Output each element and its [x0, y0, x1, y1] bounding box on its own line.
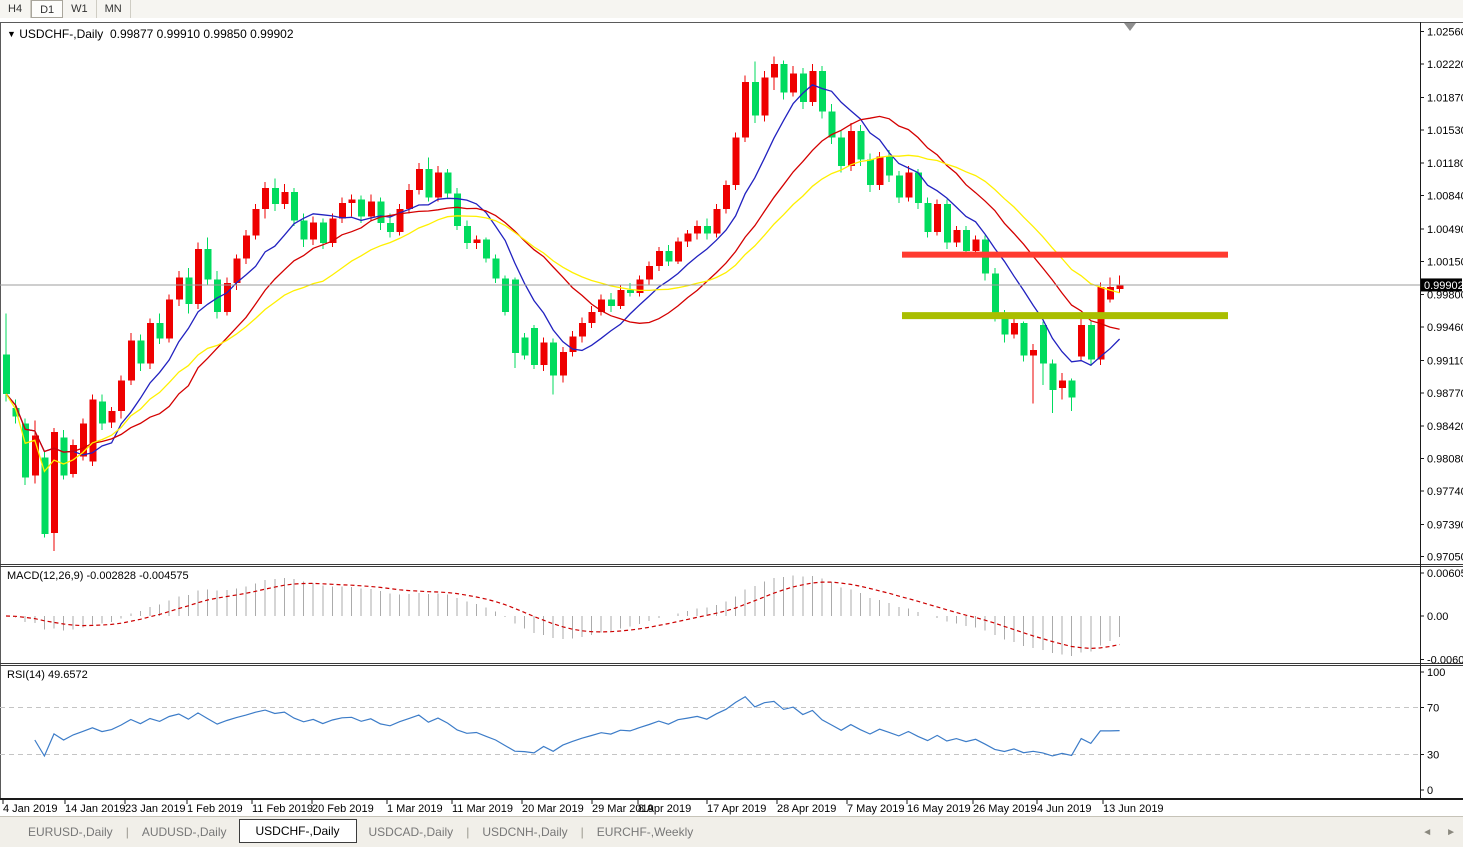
timeframe-button-W1[interactable]: W1 [63, 0, 97, 18]
svg-text:11 Mar 2019: 11 Mar 2019 [452, 803, 513, 815]
svg-text:1 Feb 2019: 1 Feb 2019 [187, 803, 243, 815]
macd-signal-value: -0.004575 [139, 570, 189, 582]
timeframe-toolbar: H4D1W1MN [0, 0, 1463, 19]
tab-usdchf-daily[interactable]: USDCHF-,Daily [239, 819, 357, 843]
svg-text:1.01180: 1.01180 [1427, 158, 1463, 170]
svg-text:0.98770: 0.98770 [1427, 388, 1463, 400]
symbol-dropdown-icon[interactable]: ▼ [7, 29, 16, 39]
ohlc-low: 0.99850 [203, 27, 246, 41]
svg-text:1.00490: 1.00490 [1427, 224, 1463, 236]
chart-tabs-bar: EURUSD-,Daily|AUDUSD-,DailyUSDCHF-,Daily… [0, 816, 1463, 847]
svg-text:28 Apr 2019: 28 Apr 2019 [777, 803, 836, 815]
svg-text:1.01870: 1.01870 [1427, 92, 1463, 104]
svg-text:0.97390: 0.97390 [1427, 519, 1463, 531]
svg-text:0.99800: 0.99800 [1427, 290, 1463, 302]
rsi-indicator-label: RSI(14) 49.6572 [7, 669, 88, 681]
tab-eurusd-daily[interactable]: EURUSD-,Daily [16, 821, 125, 843]
svg-text:23 Jan 2019: 23 Jan 2019 [125, 803, 186, 815]
resistance-line [902, 252, 1228, 258]
svg-text:0.00: 0.00 [1427, 611, 1448, 623]
ohlc-close: 0.99902 [250, 27, 293, 41]
svg-text:20 Mar 2019: 20 Mar 2019 [522, 803, 584, 815]
moving-averages [6, 85, 1120, 472]
svg-text:7 May 2019: 7 May 2019 [847, 803, 904, 815]
svg-text:1.00840: 1.00840 [1427, 191, 1463, 203]
svg-text:4 Jan 2019: 4 Jan 2019 [3, 803, 57, 815]
ohlc-high: 0.99910 [157, 27, 200, 41]
svg-text:0.98080: 0.98080 [1427, 454, 1463, 466]
svg-text:20 Feb 2019: 20 Feb 2019 [312, 803, 374, 815]
macd-panel: 0.006058 0.00 -0.006096 [6, 568, 1463, 666]
svg-text:26 May 2019: 26 May 2019 [973, 803, 1037, 815]
svg-text:1.01530: 1.01530 [1427, 125, 1463, 137]
svg-text:8 Apr 2019: 8 Apr 2019 [638, 803, 691, 815]
tab-usdcnh-daily[interactable]: USDCNH-,Daily [470, 821, 579, 843]
svg-text:1.02560: 1.02560 [1427, 27, 1463, 39]
ma-sma-8 [6, 85, 1120, 455]
macd-value: -0.002828 [86, 570, 136, 582]
panel-frames [0, 22, 1463, 800]
svg-text:1 Mar 2019: 1 Mar 2019 [387, 803, 443, 815]
svg-text:0.99460: 0.99460 [1427, 322, 1463, 334]
svg-text:0.98420: 0.98420 [1427, 421, 1463, 433]
svg-text:0.006058: 0.006058 [1427, 568, 1463, 580]
chart-shift-marker-icon [1124, 23, 1136, 31]
price-axis: 1.02560 1.02220 1.01870 1.01530 1.01180 1.008… [1420, 27, 1463, 564]
tab-usdcad-daily[interactable]: USDCAD-,Daily [357, 821, 466, 843]
svg-text:70: 70 [1427, 702, 1439, 714]
svg-text:0.97740: 0.97740 [1427, 486, 1463, 498]
chart-area[interactable]: 0.99902 1.02560 1.02220 1.01870 1.01530 1.011… [0, 18, 1463, 816]
support-line [902, 312, 1228, 319]
timeframe-button-MN[interactable]: MN [97, 0, 131, 18]
svg-text:0.99110: 0.99110 [1427, 355, 1463, 367]
svg-text:0.97050: 0.97050 [1427, 552, 1463, 564]
date-axis: 4 Jan 2019 14 Jan 201923 Jan 20191 Feb 20… [3, 800, 1164, 815]
svg-text:1.02220: 1.02220 [1427, 59, 1463, 71]
rsi-line [35, 697, 1120, 756]
svg-text:100: 100 [1427, 667, 1445, 679]
timeframe-button-H4[interactable]: H4 [0, 0, 31, 18]
chart-symbol-label: USDCHF-,Daily [19, 27, 103, 41]
svg-text:30: 30 [1427, 750, 1439, 762]
rsi-panel: 100 70 30 0 [0, 667, 1445, 797]
ohlc-open: 0.99877 [110, 27, 153, 41]
tab-scroll-right-icon[interactable]: ► [1439, 827, 1463, 838]
candle-bodies [3, 64, 1124, 534]
rsi-name: RSI(14) [7, 669, 45, 681]
chart-canvas[interactable]: 0.99902 1.02560 1.02220 1.01870 1.01530 1.011… [0, 18, 1463, 846]
svg-text:14 Jan 2019: 14 Jan 2019 [65, 803, 126, 815]
svg-text:11 Feb 2019: 11 Feb 2019 [252, 803, 313, 815]
tab-scroll-left-icon[interactable]: ◄ [1415, 827, 1439, 838]
svg-text:4 Jun 2019: 4 Jun 2019 [1037, 803, 1091, 815]
rsi-value: 49.6572 [48, 669, 88, 681]
tab-audusd-daily[interactable]: AUDUSD-,Daily [130, 821, 239, 843]
svg-text:16 May 2019: 16 May 2019 [907, 803, 971, 815]
svg-text:1.00150: 1.00150 [1427, 256, 1463, 268]
chart-header: ▼ USDCHF-,Daily 0.99877 0.99910 0.99850 … [7, 27, 294, 41]
macd-name: MACD(12,26,9) [7, 570, 83, 582]
timeframe-button-D1[interactable]: D1 [31, 0, 63, 18]
svg-text:-0.006096: -0.006096 [1427, 654, 1463, 666]
svg-text:0: 0 [1427, 785, 1433, 797]
svg-text:13 Jun 2019: 13 Jun 2019 [1103, 803, 1164, 815]
macd-indicator-label: MACD(12,26,9) -0.002828 -0.004575 [7, 570, 189, 582]
svg-text:17 Apr 2019: 17 Apr 2019 [707, 803, 766, 815]
tab-eurchf-weekly[interactable]: EURCHF-,Weekly [585, 821, 705, 843]
